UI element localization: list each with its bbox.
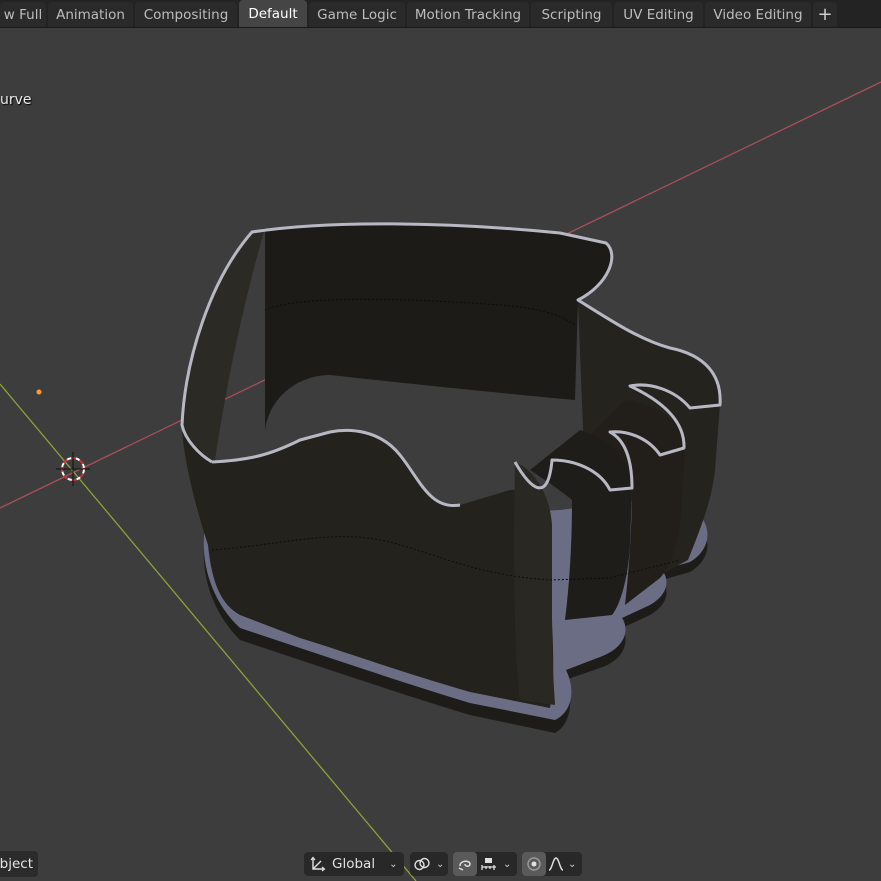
chevron-down-icon[interactable]: ⌄ — [568, 859, 576, 870]
transform-orientation-label: Global — [332, 856, 376, 872]
falloff-curve-icon[interactable] — [546, 852, 566, 876]
viewport-scene — [0, 81, 881, 881]
viewport-header-tools: Global ⌄ ⌄ ⌄ ⌄ — [304, 851, 587, 877]
tab-animation[interactable]: Animation — [48, 2, 133, 27]
tab-default[interactable]: Default — [239, 0, 307, 27]
interaction-mode-dropdown[interactable]: bject — [0, 851, 38, 877]
mode-label: bject — [0, 856, 33, 872]
3d-viewport[interactable]: urve — [0, 28, 881, 881]
chevron-down-icon: ⌄ — [389, 858, 398, 870]
blender-window: w Full Animation Compositing Default Gam… — [0, 0, 881, 881]
snapping-group: ⌄ — [453, 852, 517, 876]
chevron-down-icon[interactable]: ⌄ — [503, 859, 511, 870]
tab-motion-tracking[interactable]: Motion Tracking — [407, 2, 529, 27]
active-object-name: urve — [0, 92, 32, 108]
proportional-edit-icon[interactable] — [522, 852, 546, 876]
tab-layout-full[interactable]: w Full — [0, 2, 46, 27]
transform-orientation-icon — [304, 852, 332, 876]
workspace-tab-bar: w Full Animation Compositing Default Gam… — [0, 0, 881, 28]
tab-video-editing[interactable]: Video Editing — [705, 2, 811, 27]
tab-game-logic[interactable]: Game Logic — [309, 2, 405, 27]
add-workspace-button[interactable]: + — [813, 2, 837, 27]
tab-scripting[interactable]: Scripting — [531, 2, 612, 27]
snap-link-icon — [410, 852, 434, 876]
tab-compositing[interactable]: Compositing — [135, 2, 237, 27]
chevron-down-icon: ⌄ — [436, 858, 445, 870]
tab-uv-editing[interactable]: UV Editing — [614, 2, 703, 27]
transform-orientation-dropdown[interactable]: Global ⌄ — [304, 852, 404, 876]
snap-magnet-icon[interactable] — [453, 852, 477, 876]
pivot-point-dropdown[interactable]: ⌄ — [410, 852, 448, 876]
cutter-front-curl — [514, 462, 555, 705]
object-origin-dot[interactable] — [36, 389, 42, 395]
proportional-editing-group: ⌄ — [522, 852, 582, 876]
snap-increment-icon[interactable] — [477, 852, 501, 876]
cutter-back-wall — [252, 223, 612, 430]
